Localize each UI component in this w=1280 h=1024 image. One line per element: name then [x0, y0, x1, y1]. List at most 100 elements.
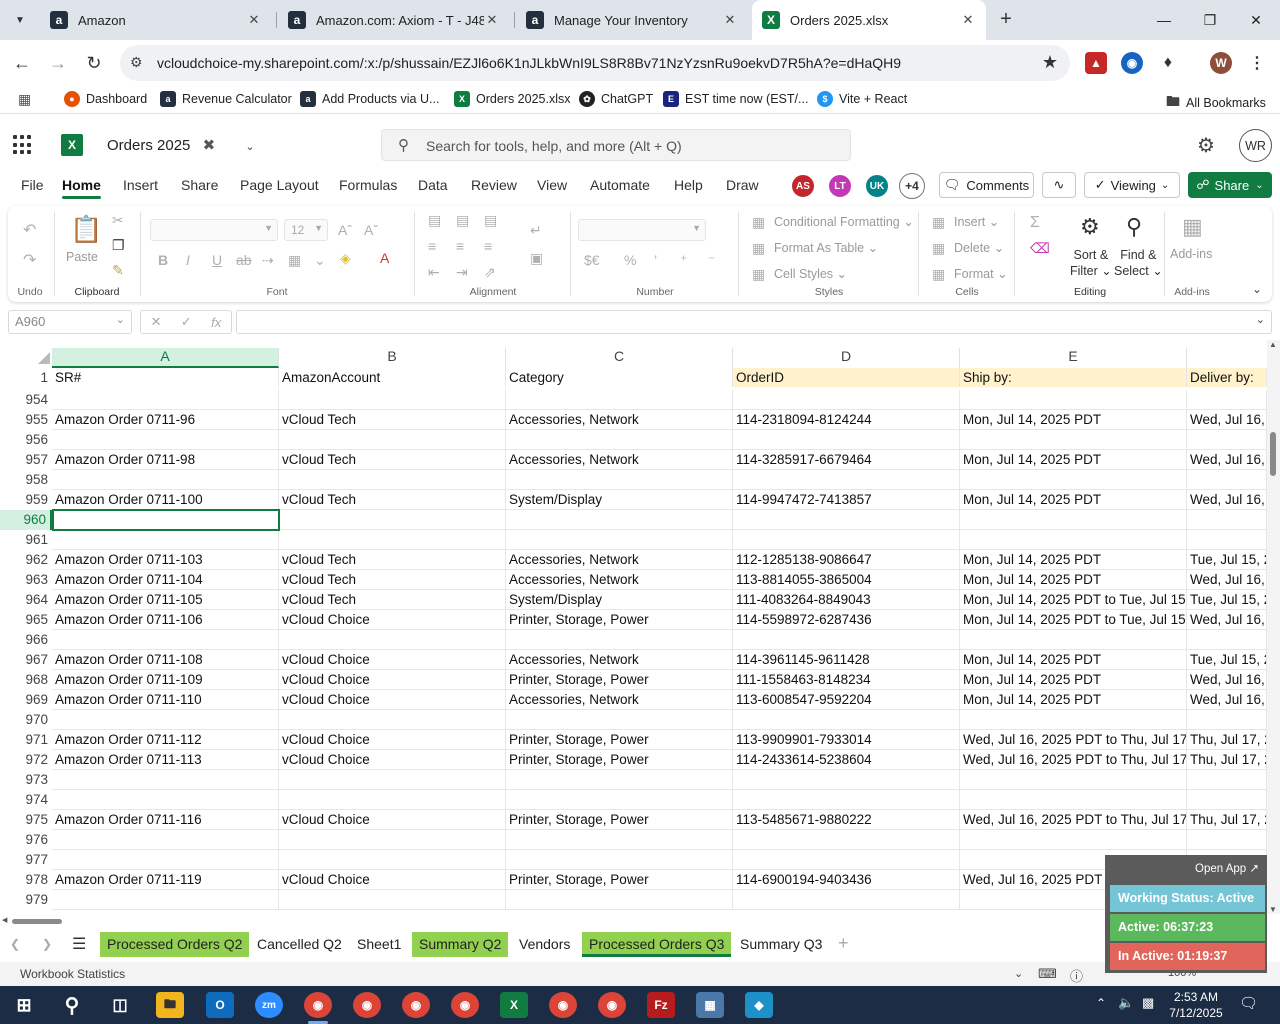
- row-number[interactable]: 1: [0, 368, 52, 388]
- file-explorer-icon[interactable]: 🖿: [156, 992, 184, 1018]
- task-view-icon[interactable]: ◫: [106, 992, 134, 1018]
- close-tab-icon[interactable]: ✕: [246, 12, 262, 28]
- table-cell[interactable]: Thu, Jul 17, 2: [1187, 750, 1267, 770]
- table-cell[interactable]: [960, 630, 1187, 650]
- table-cell[interactable]: [506, 790, 733, 810]
- table-cell[interactable]: [733, 850, 960, 870]
- underline-icon[interactable]: U: [212, 252, 222, 268]
- next-sheet-icon[interactable]: ❯: [42, 937, 52, 951]
- reload-icon[interactable]: ↻: [81, 50, 107, 76]
- table-cell[interactable]: [733, 710, 960, 730]
- sheet-tab[interactable]: Summary Q3: [733, 932, 829, 957]
- site-info-icon[interactable]: ⚙: [130, 54, 143, 71]
- table-cell[interactable]: Accessories, Network: [506, 410, 733, 430]
- url-text[interactable]: vcloudchoice-my.sharepoint.com/:x:/p/shu…: [157, 55, 901, 71]
- chrome-profile-icon[interactable]: ◉: [451, 992, 479, 1018]
- autosum-icon[interactable]: Σ: [1030, 214, 1040, 232]
- table-cell[interactable]: [733, 470, 960, 490]
- table-cell[interactable]: [506, 510, 733, 530]
- sheet-tab[interactable]: Summary Q2: [412, 932, 509, 957]
- enter-check-icon[interactable]: ✓: [181, 314, 192, 330]
- table-cell[interactable]: Wed, Jul 16, 2: [1187, 610, 1267, 630]
- table-cell[interactable]: [279, 890, 506, 910]
- table-cell[interactable]: [1187, 770, 1267, 790]
- table-cell[interactable]: vCloud Choice: [279, 810, 506, 830]
- browser-tab[interactable]: a Amazon ✕: [40, 0, 272, 40]
- fill-color-icon[interactable]: ◈: [340, 250, 351, 267]
- font-color-icon[interactable]: A: [380, 250, 389, 266]
- table-cell[interactable]: Amazon Order 0711-106: [52, 610, 279, 630]
- table-cell[interactable]: vCloud Tech: [279, 490, 506, 510]
- format-cells-button[interactable]: Format ⌄: [954, 266, 1008, 281]
- delete-cells-button[interactable]: Delete ⌄: [954, 240, 1004, 255]
- document-title[interactable]: Orders 2025 ✖ ⌄: [107, 136, 255, 154]
- table-cell[interactable]: Mon, Jul 14, 2025 PDT: [960, 670, 1187, 690]
- table-cell[interactable]: vCloud Choice: [279, 690, 506, 710]
- header-cell[interactable]: SR#: [52, 368, 279, 387]
- chevron-down-icon[interactable]: ⌄: [314, 252, 326, 269]
- table-cell[interactable]: Mon, Jul 14, 2025 PDT: [960, 490, 1187, 510]
- app-launcher-icon[interactable]: [13, 135, 33, 155]
- outlook-icon[interactable]: O: [206, 992, 234, 1018]
- percent-icon[interactable]: %: [624, 252, 636, 268]
- table-cell[interactable]: [52, 470, 279, 490]
- table-cell[interactable]: Mon, Jul 14, 2025 PDT to Tue, Jul 15, 2: [960, 610, 1187, 630]
- table-cell[interactable]: [279, 710, 506, 730]
- table-cell[interactable]: vCloud Tech: [279, 590, 506, 610]
- row-number[interactable]: 960: [0, 510, 52, 530]
- row-number[interactable]: 957: [0, 450, 52, 470]
- close-tab-icon[interactable]: ✕: [960, 12, 976, 28]
- table-cell[interactable]: vCloud Tech: [279, 450, 506, 470]
- table-cell[interactable]: Amazon Order 0711-110: [52, 690, 279, 710]
- increase-font-icon[interactable]: Aˆ: [338, 222, 352, 238]
- table-cell[interactable]: [733, 430, 960, 450]
- redo-icon[interactable]: ↷: [23, 250, 36, 270]
- table-cell[interactable]: 113-8814055-3865004: [733, 570, 960, 590]
- row-number[interactable]: 971: [0, 730, 52, 750]
- table-cell[interactable]: [1187, 790, 1267, 810]
- table-cell[interactable]: [506, 530, 733, 550]
- table-cell[interactable]: vCloud Tech: [279, 570, 506, 590]
- table-cell[interactable]: [506, 830, 733, 850]
- search-input[interactable]: ⚲ Search for tools, help, and more (Alt …: [381, 129, 851, 161]
- active-cell-selection[interactable]: [52, 509, 280, 531]
- clear-eraser-icon[interactable]: ⌫: [1030, 240, 1050, 257]
- user-avatar[interactable]: WR: [1239, 129, 1272, 162]
- table-cell[interactable]: 114-9947472-7413857: [733, 490, 960, 510]
- table-cell[interactable]: [960, 530, 1187, 550]
- collaborator-avatar[interactable]: UK: [864, 173, 890, 199]
- table-cell[interactable]: [52, 770, 279, 790]
- table-cell[interactable]: [733, 510, 960, 530]
- chevron-down-icon[interactable]: ⌄: [1014, 967, 1023, 980]
- table-cell[interactable]: Wed, Jul 16, 2: [1187, 490, 1267, 510]
- column-header-f[interactable]: [1187, 348, 1267, 368]
- table-cell[interactable]: Wed, Jul 16, 2: [1187, 570, 1267, 590]
- table-cell[interactable]: 114-5598972-6287436: [733, 610, 960, 630]
- table-cell[interactable]: [1187, 470, 1267, 490]
- tab-draw[interactable]: Draw: [726, 177, 759, 193]
- table-cell[interactable]: vCloud Choice: [279, 670, 506, 690]
- table-cell[interactable]: Accessories, Network: [506, 650, 733, 670]
- table-cell[interactable]: Amazon Order 0711-109: [52, 670, 279, 690]
- table-cell[interactable]: Printer, Storage, Power: [506, 730, 733, 750]
- table-cell[interactable]: Accessories, Network: [506, 690, 733, 710]
- sheet-tab[interactable]: Sheet1: [350, 932, 408, 957]
- table-cell[interactable]: [960, 770, 1187, 790]
- increase-decimal-icon[interactable]: ⁺: [680, 252, 687, 269]
- format-painter-icon[interactable]: ✎: [112, 262, 124, 279]
- table-cell[interactable]: 114-3285917-6679464: [733, 450, 960, 470]
- add-sheet-plus-icon[interactable]: +: [838, 933, 849, 954]
- table-cell[interactable]: Accessories, Network: [506, 570, 733, 590]
- table-cell[interactable]: [1187, 430, 1267, 450]
- table-cell[interactable]: Amazon Order 0711-116: [52, 810, 279, 830]
- cell-styles-button[interactable]: Cell Styles ⌄: [774, 266, 847, 281]
- table-cell[interactable]: [960, 510, 1187, 530]
- scroll-down-arrow-icon[interactable]: ▼: [1269, 905, 1277, 914]
- table-cell[interactable]: Tue, Jul 15, 20: [1187, 650, 1267, 670]
- bookmark-dashboard[interactable]: ● Dashboard: [64, 91, 147, 107]
- bookmark-vite-react[interactable]: $ Vite + React: [817, 91, 907, 107]
- fx-icon[interactable]: fx: [211, 315, 221, 330]
- table-cell[interactable]: Amazon Order 0711-103: [52, 550, 279, 570]
- table-cell[interactable]: Wed, Jul 16, 2025 PDT to Thu, Jul 17, 2: [960, 810, 1187, 830]
- header-cell[interactable]: Ship by:: [960, 368, 1187, 387]
